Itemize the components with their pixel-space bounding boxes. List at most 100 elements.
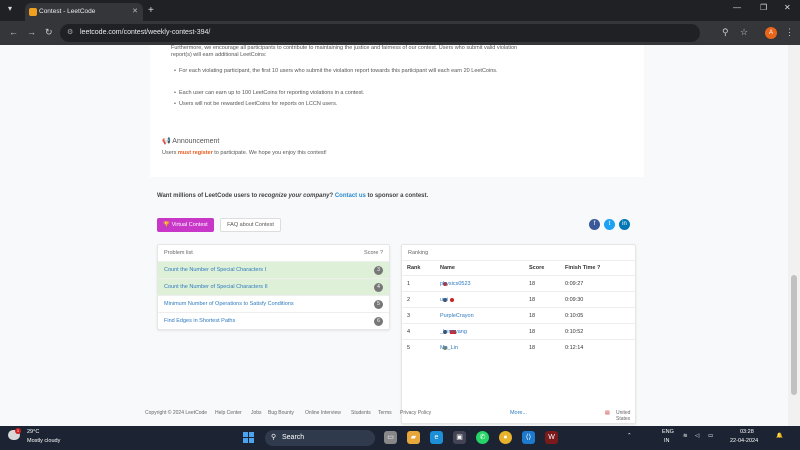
store-icon[interactable]: ▣ [453,431,466,444]
virtual-contest-button[interactable]: 🏆 Virtual Contest [157,218,214,232]
footer-link[interactable]: Privacy Policy [400,410,431,416]
whatsapp-icon[interactable]: ✆ [476,431,489,444]
site-info-icon[interactable]: ⚙ [67,24,73,42]
notifications-icon[interactable]: 🔔 [776,433,783,439]
register-link[interactable]: must register [178,150,213,156]
user-link[interactable]: PurpleCrayon [440,308,474,324]
clock-time[interactable]: 03:28 [740,429,754,435]
help-icon[interactable]: ? [597,265,600,271]
rank-score: 18 [529,345,536,351]
user-link[interactable]: uwi [440,292,448,308]
footer-link[interactable]: Help Center [215,410,242,416]
ranking-user: _kennyang [440,324,467,340]
finish-time: 0:09:27 [565,281,584,287]
user-link[interactable]: Ma_Lin [440,340,458,356]
sponsor-emph: recognize your company [258,193,330,199]
profile-avatar[interactable]: A [765,27,777,39]
browser-tab-bar: ▾ Contest - LeetCode ✕ + — ❐ ✕ [0,0,800,21]
footer-link[interactable]: Jobs [251,410,262,416]
faq-label: FAQ about Contest [227,222,274,228]
start-menu-icon[interactable] [243,432,254,443]
ranking-row: 1 physics0523 18 0:09:27 [402,275,635,291]
finish-time: 0:10:52 [565,329,584,335]
problem-score: 5 [374,300,383,309]
rules-bullet: Each user can earn up to 100 LeetCoins f… [179,90,365,96]
wifi-icon[interactable]: ≋ [683,433,688,439]
zoom-icon[interactable]: ⚲ [722,27,729,38]
restore-icon[interactable]: ❐ [760,3,767,12]
problem-score: 6 [374,317,383,326]
page-content: Furthermore, we encourage all participan… [0,45,788,426]
temperature[interactable]: 29°C [27,429,39,435]
copyright: Copyright © 2024 LeetCode [145,410,208,416]
twitter-share-icon[interactable]: t [604,219,615,230]
browser-tab[interactable]: Contest - LeetCode ✕ [25,3,143,21]
language-indicator[interactable]: ENG [662,429,674,435]
announcement-heading: 📢 Announcement [162,137,219,145]
problem-score: 3 [374,266,383,275]
facebook-share-icon[interactable]: f [589,219,600,230]
reload-icon[interactable]: ↻ [45,27,53,38]
col-name: Name [440,265,455,271]
language-region[interactable]: IN [664,438,670,444]
user-link[interactable]: physics0523 [440,276,471,292]
rank-score: 18 [529,281,536,287]
help-icon[interactable]: ? [380,250,383,256]
close-tab-icon[interactable]: ✕ [132,3,138,21]
more-link[interactable]: More... [402,410,635,416]
footer-link[interactable]: Online Interview [305,410,341,416]
search-icon: ⚲ [271,434,277,441]
ranking-row: 5 Ma_Lin 18 0:12:14 [402,339,635,355]
bookmark-star-icon[interactable]: ☆ [740,27,748,38]
minimize-icon[interactable]: — [733,3,741,12]
contact-us-link[interactable]: Contact us [335,193,366,199]
volume-icon[interactable]: ◁ [695,433,699,439]
problem-row[interactable]: Count the Number of Special Characters I… [158,278,389,295]
forward-icon[interactable]: → [27,27,36,37]
chevron-up-icon[interactable]: ⌃ [627,433,632,439]
app-w-icon[interactable]: W [545,431,558,444]
faq-button[interactable]: FAQ about Contest [220,218,281,232]
footer-link[interactable]: Students [351,410,371,416]
user-link[interactable]: _kennyang [440,324,467,340]
problem-row[interactable]: Count the Number of Special Characters I… [158,261,389,278]
problem-title[interactable]: Minimum Number of Operations to Satisfy … [164,301,294,307]
sponsor-post: to sponsor a contest. [365,193,429,199]
score-header: Score ? [364,245,383,261]
file-explorer-icon[interactable]: ▰ [407,431,420,444]
weather-condition[interactable]: Mostly cloudy [27,438,60,444]
chrome-icon[interactable]: ● [499,431,512,444]
problem-title[interactable]: Find Edges in Shortest Paths [164,318,235,324]
rank: 5 [407,345,411,351]
clock-date[interactable]: 22-04-2024 [730,438,758,444]
vscode-icon[interactable]: ⟨⟩ [522,431,535,444]
rank-score: 18 [529,329,536,335]
problem-title[interactable]: Count the Number of Special Characters I… [164,284,268,290]
problem-row[interactable]: Find Edges in Shortest Paths 6 [158,312,389,329]
problem-row[interactable]: Minimum Number of Operations to Satisfy … [158,295,389,312]
close-window-icon[interactable]: ✕ [784,3,791,12]
taskbar-search[interactable]: ⚲ Search [265,430,375,446]
back-icon[interactable]: ← [9,27,18,37]
problem-score: 4 [374,283,383,292]
browser-menu-icon[interactable]: ⋮ [785,27,794,38]
finish-time: 0:12:14 [565,345,584,351]
footer-link[interactable]: Terms [378,410,392,416]
col-finish-time-label: Finish Time [565,265,596,271]
new-tab-icon[interactable]: + [148,3,154,18]
edge-icon[interactable]: e [430,431,443,444]
ranking-user: Ma_Lin [440,340,458,356]
tab-search-icon[interactable]: ▾ [8,4,12,13]
problem-title[interactable]: Count the Number of Special Characters I [164,267,266,273]
windows-taskbar: 1 29°C Mostly cloudy ⚲ Search ▭ ▰ e ▣ ✆ … [0,426,800,450]
col-rank: Rank [407,265,421,271]
region-selector[interactable]: United States [616,410,645,422]
task-view-icon[interactable]: ▭ [384,431,397,444]
battery-icon[interactable]: ▭ [708,433,713,439]
sponsor-text: Want millions of LeetCode users to recog… [157,193,428,199]
url-field[interactable]: ⚙ leetcode.com/contest/weekly-contest-39… [60,24,700,42]
page-scrollbar[interactable] [788,45,800,426]
scrollbar-thumb[interactable] [791,275,797,395]
footer-link[interactable]: Bug Bounty [268,410,294,416]
linkedin-share-icon[interactable]: in [619,219,630,230]
